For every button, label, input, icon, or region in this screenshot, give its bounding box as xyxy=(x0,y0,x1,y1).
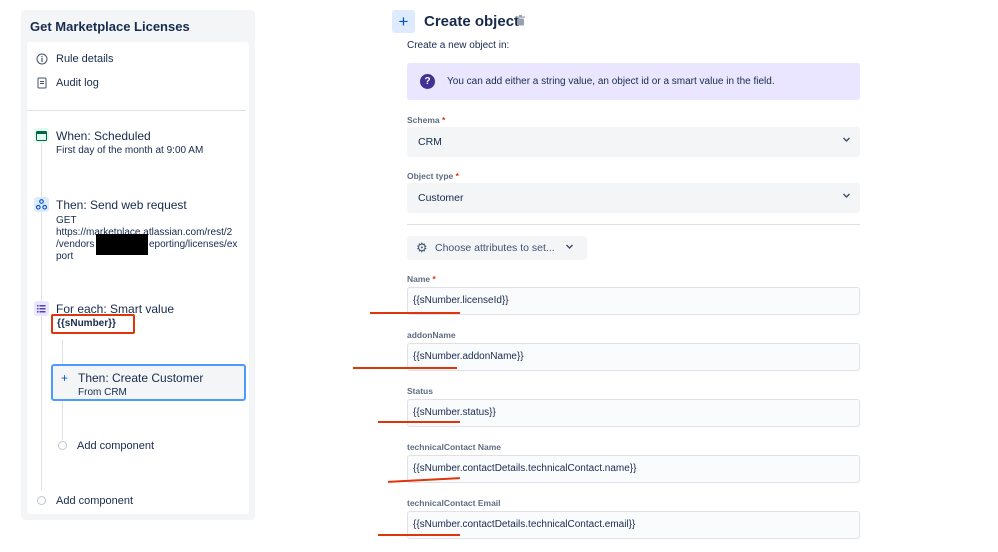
chevron-down-icon xyxy=(842,191,851,203)
webrequest-method: GET xyxy=(56,215,77,226)
create-step-subtitle: From CRM xyxy=(78,387,127,398)
gear-icon: ⚙ xyxy=(416,240,428,255)
divider xyxy=(407,224,860,225)
question-icon: ? xyxy=(420,74,435,89)
chevron-down-icon xyxy=(565,242,574,253)
add-component[interactable]: Add component xyxy=(56,495,133,507)
info-banner: ? You can add either a string value, an … xyxy=(407,63,860,100)
schema-label: Schema * xyxy=(407,115,446,125)
annotation-underline xyxy=(353,367,457,369)
rule-sidebar: Get Marketplace Licenses Rule details Au… xyxy=(21,10,255,520)
status-input-value: {{sNumber.status}} xyxy=(413,407,496,418)
nav-audit-log-label: Audit log xyxy=(56,77,99,89)
object-type-value: Customer xyxy=(418,192,464,204)
annotation-underline xyxy=(370,312,460,314)
name-input[interactable]: {{sNumber.licenseId}} xyxy=(407,287,860,315)
technical-contact-email-value: {{sNumber.contactDetails.technicalContac… xyxy=(413,519,636,530)
choose-attributes-label: Choose attributes to set... xyxy=(435,242,555,254)
add-component-dot-icon xyxy=(58,441,67,450)
rule-title: Get Marketplace Licenses xyxy=(30,19,190,34)
status-input[interactable]: {{sNumber.status}} xyxy=(407,399,860,427)
nav-rule-details-label: Rule details xyxy=(56,53,114,65)
object-type-label: Object type * xyxy=(407,171,459,181)
technical-contact-name-value: {{sNumber.contactDetails.technicalContac… xyxy=(413,463,637,474)
divider xyxy=(27,110,246,111)
info-icon xyxy=(35,52,49,66)
create-step-title: Then: Create Customer xyxy=(78,371,204,385)
technical-contact-name-input[interactable]: {{sNumber.contactDetails.technicalContac… xyxy=(407,455,860,483)
redaction-box xyxy=(96,234,148,255)
addonname-field-label: addonName xyxy=(407,330,456,340)
technical-contact-email-input[interactable]: {{sNumber.contactDetails.technicalContac… xyxy=(407,511,860,539)
technical-contact-name-label: technicalContact Name xyxy=(407,442,501,452)
object-type-select[interactable]: Customer xyxy=(407,183,860,213)
chevron-down-icon xyxy=(842,135,851,147)
addonname-input-value: {{sNumber.addonName}} xyxy=(413,351,524,362)
name-field-label: Name * xyxy=(407,274,436,284)
panel-subtitle: Create a new object in: xyxy=(407,40,510,51)
panel-title: Create object xyxy=(424,13,520,30)
name-input-value: {{sNumber.licenseId}} xyxy=(413,295,509,306)
trigger-step-title[interactable]: When: Scheduled xyxy=(56,129,151,143)
add-component-nested[interactable]: Add component xyxy=(77,440,154,452)
info-text: You can add either a string value, an ob… xyxy=(447,76,775,87)
add-icon[interactable]: + xyxy=(392,10,415,33)
calendar-icon xyxy=(34,128,49,143)
webrequest-step-title[interactable]: Then: Send web request xyxy=(56,198,187,212)
annotation-underline xyxy=(378,534,460,536)
annotation-underline xyxy=(378,421,460,423)
status-field-label: Status xyxy=(407,386,433,396)
create-customer-step[interactable]: + Then: Create Customer From CRM xyxy=(51,364,246,401)
technical-contact-email-label: technicalContact Email xyxy=(407,498,501,508)
foreach-smart-value: {{sNumber}} xyxy=(51,314,135,334)
nav-audit-log[interactable]: Audit log xyxy=(35,76,99,90)
rule-steps-panel: Rule details Audit log When: Scheduled F… xyxy=(27,42,249,514)
document-icon xyxy=(35,76,49,90)
plus-icon: + xyxy=(61,371,69,385)
choose-attributes-button[interactable]: ⚙ Choose attributes to set... xyxy=(407,236,587,260)
trash-icon[interactable] xyxy=(516,15,525,29)
webhook-icon xyxy=(34,197,49,212)
add-component-dot-icon xyxy=(37,496,46,505)
addonname-input[interactable]: {{sNumber.addonName}} xyxy=(407,343,860,371)
webrequest-url-line3: port xyxy=(56,251,74,262)
webrequest-url-line2: /vendors xyxy=(56,239,95,250)
trigger-step-subtitle: First day of the month at 9:00 AM xyxy=(56,145,204,156)
webrequest-url-line2-end: eporting/licenses/ex xyxy=(149,239,238,250)
schema-value: CRM xyxy=(418,136,442,148)
list-icon xyxy=(34,301,49,316)
nav-rule-details[interactable]: Rule details xyxy=(35,52,113,66)
schema-select[interactable]: CRM xyxy=(407,127,860,157)
